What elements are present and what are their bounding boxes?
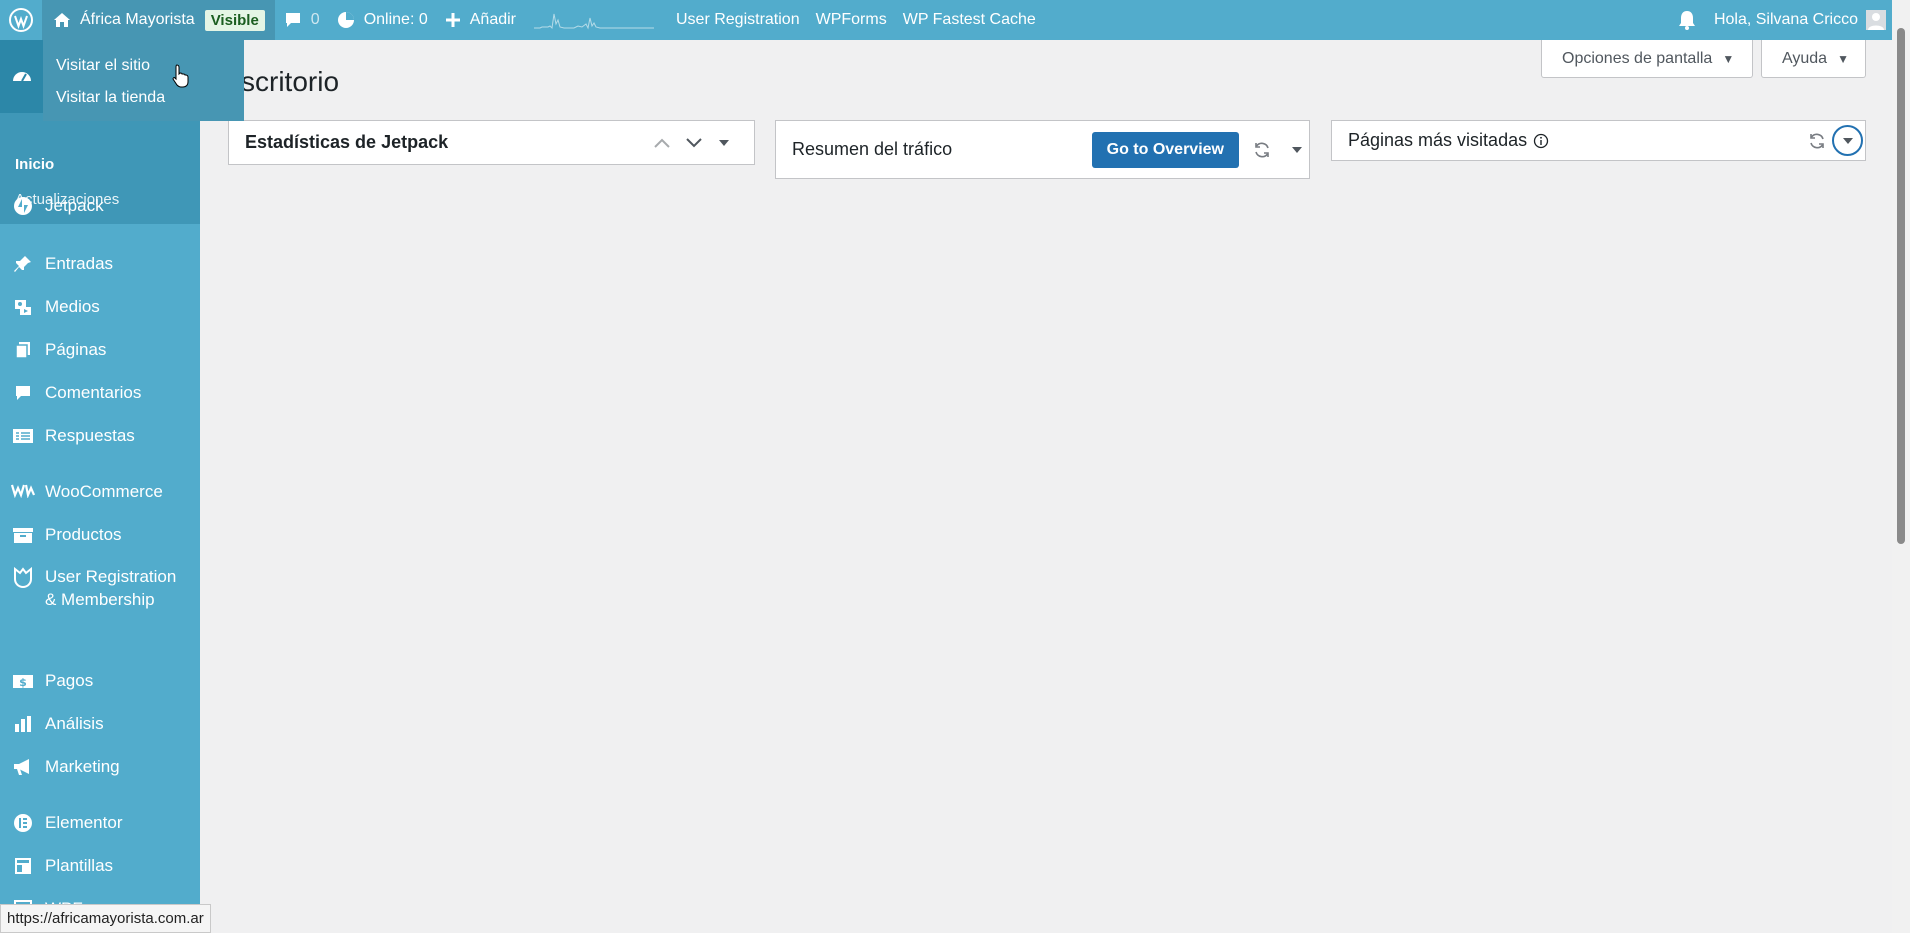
visit-site-link[interactable]: Visitar el sitio — [43, 56, 244, 88]
help-label: Ayuda — [1782, 49, 1828, 67]
responses-icon — [0, 424, 45, 446]
stats-sparkline[interactable] — [534, 6, 654, 35]
notifications-bell-icon[interactable] — [1668, 0, 1706, 40]
sidebar-item-pagos[interactable]: $ Pagos — [0, 669, 200, 692]
screen-options-button[interactable]: Opciones de pantalla ▼ — [1541, 40, 1753, 78]
info-icon[interactable] — [1533, 133, 1549, 149]
widget-title: Páginas más visitadas — [1348, 130, 1528, 150]
adminbar-link-wp-fastest-cache[interactable]: WP Fastest Cache — [895, 0, 1044, 40]
site-dropdown-menu: Visitar el sitio Visitar la tienda — [43, 40, 244, 121]
pin-icon — [0, 252, 45, 274]
submenu-inicio[interactable]: Inicio — [15, 156, 54, 173]
admin-sidebar: Inicio Actualizaciones Jetpack Entradas … — [0, 40, 200, 933]
sidebar-item-respuestas[interactable]: Respuestas — [0, 424, 200, 447]
adminbar-link-user-registration[interactable]: User Registration — [668, 0, 808, 40]
avatar — [1866, 10, 1886, 30]
svg-text:$: $ — [19, 676, 27, 689]
chevron-up-icon[interactable] — [646, 137, 678, 149]
sidebar-item-label: Medios — [45, 297, 100, 316]
page-title: scritorio — [241, 66, 340, 97]
user-greeting: Hola, Silvana Cricco — [1713, 11, 1858, 28]
chevron-down-icon[interactable] — [678, 137, 710, 149]
caret-down-icon: ▼ — [1837, 51, 1849, 66]
sidebar-item-label: Análisis — [45, 714, 104, 733]
site-name: África Mayorista — [80, 11, 195, 28]
sidebar-item-label: Jetpack — [45, 196, 104, 215]
sidebar-item-label: Comentarios — [45, 383, 142, 402]
toggle-caret-icon[interactable] — [1832, 125, 1863, 156]
sidebar-item-label: Respuestas — [45, 426, 135, 445]
visit-store-link[interactable]: Visitar la tienda — [43, 88, 244, 120]
sidebar-item-label: Productos — [45, 525, 122, 544]
sidebar-item-paginas[interactable]: Páginas — [0, 338, 200, 361]
templates-icon — [0, 854, 45, 876]
comment-icon — [0, 381, 45, 403]
site-name-menu[interactable]: África Mayorista Visible — [42, 0, 275, 40]
plus-icon — [445, 13, 460, 27]
user-account-menu[interactable]: Hola, Silvana Cricco — [1706, 0, 1892, 40]
sidebar-item-label: WooCommerce — [45, 482, 163, 501]
toggle-caret-icon[interactable] — [710, 138, 738, 148]
dashboard-gauge-icon[interactable] — [0, 40, 44, 113]
widget-traffic-summary: Resumen del tráfico Go to Overview — [775, 120, 1310, 179]
comment-icon — [285, 13, 300, 27]
refresh-icon[interactable] — [1239, 141, 1285, 159]
analytics-icon — [0, 712, 45, 734]
pie-chart-icon — [337, 12, 354, 28]
widget-title: Estadísticas de Jetpack — [245, 132, 449, 152]
status-bar-url: https://africamayorista.com.ar — [0, 904, 211, 933]
media-icon — [0, 295, 45, 317]
help-button[interactable]: Ayuda ▼ — [1761, 40, 1866, 78]
add-label: Añadir — [469, 11, 516, 28]
sidebar-item-label: Entradas — [45, 254, 114, 273]
woo-icon — [0, 480, 45, 498]
products-icon — [0, 523, 45, 545]
go-to-overview-button[interactable]: Go to Overview — [1091, 131, 1239, 168]
widget-jetpack-stats: Estadísticas de Jetpack — [228, 120, 755, 165]
sidebar-item-productos[interactable]: Productos — [0, 523, 200, 546]
sidebar-item-elementor[interactable]: Elementor — [0, 811, 200, 834]
caret-down-icon: ▼ — [1722, 51, 1735, 66]
sidebar-item-user-registration[interactable]: User Registration & Membership — [0, 565, 200, 611]
sidebar-item-label: User Registration & Membership — [45, 567, 177, 609]
sidebar-item-label: Plantillas — [45, 856, 114, 875]
online-label: Online: 0 — [363, 11, 428, 28]
widget-title: Resumen del tráfico — [792, 139, 953, 159]
sidebar-item-entradas[interactable]: Entradas — [0, 252, 200, 275]
page-scrollbar[interactable] — [1892, 0, 1910, 933]
widget-top-pages: Páginas más visitadas — [1331, 120, 1866, 161]
pointer-cursor-icon — [172, 64, 190, 93]
sidebar-item-marketing[interactable]: Marketing — [0, 755, 200, 778]
sidebar-item-plantillas[interactable]: Plantillas — [0, 854, 200, 877]
home-icon — [54, 13, 70, 27]
sidebar-item-label: Elementor — [45, 813, 123, 832]
comments-menu[interactable]: 0 — [275, 0, 328, 40]
jetpack-icon — [0, 194, 45, 216]
payments-icon: $ — [0, 669, 45, 691]
megaphone-icon — [0, 755, 45, 777]
comments-count: 0 — [310, 11, 320, 28]
adminbar-link-wpforms[interactable]: WPForms — [808, 0, 895, 40]
scrollbar-thumb[interactable] — [1897, 28, 1905, 544]
wordpress-logo-icon[interactable] — [0, 0, 42, 40]
sidebar-item-label: Marketing — [45, 757, 120, 776]
admin-bar: África Mayorista Visible 0 Online: 0 Aña… — [0, 0, 1892, 40]
pages-icon — [0, 338, 45, 360]
screen-options-label: Opciones de pantalla — [1562, 49, 1713, 67]
refresh-icon[interactable] — [1802, 132, 1832, 150]
user-registration-icon — [0, 565, 45, 589]
sidebar-item-jetpack[interactable]: Jetpack — [0, 194, 200, 217]
sidebar-item-label: Páginas — [45, 340, 107, 359]
online-menu[interactable]: Online: 0 — [328, 0, 436, 40]
sidebar-item-medios[interactable]: Medios — [0, 295, 200, 318]
elementor-icon — [0, 811, 45, 833]
visibility-badge[interactable]: Visible — [204, 9, 265, 31]
sidebar-item-woocommerce[interactable]: WooCommerce — [0, 480, 200, 503]
sidebar-item-comentarios[interactable]: Comentarios — [0, 381, 200, 404]
sidebar-item-analisis[interactable]: Análisis — [0, 712, 200, 735]
add-new-menu[interactable]: Añadir — [436, 0, 524, 40]
toggle-caret-icon[interactable] — [1285, 145, 1309, 155]
sidebar-item-label: Pagos — [45, 671, 94, 690]
